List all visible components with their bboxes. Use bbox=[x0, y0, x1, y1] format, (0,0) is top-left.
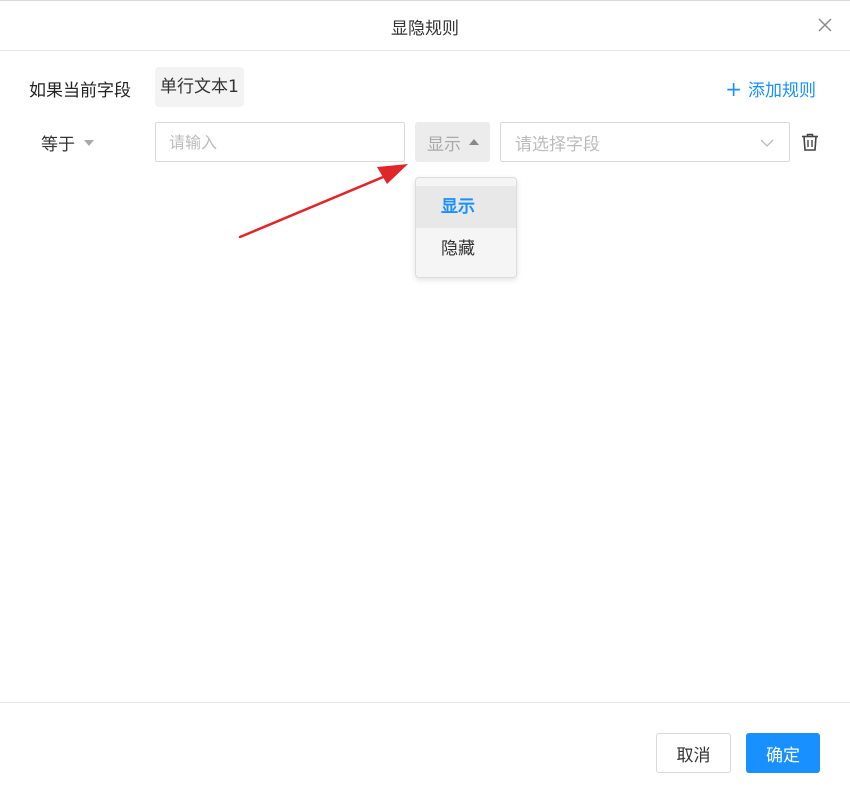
plus-icon: + bbox=[725, 76, 742, 101]
rule-row: 等于 显示 请选择字段 bbox=[0, 122, 850, 162]
close-button[interactable] bbox=[816, 16, 834, 34]
operator-select[interactable]: 等于 bbox=[41, 130, 94, 155]
confirm-button[interactable]: 确定 bbox=[746, 733, 820, 773]
dialog-title: 显隐规则 bbox=[391, 19, 459, 39]
dialog-header: 显隐规则 bbox=[0, 1, 850, 51]
dropdown-option-show[interactable]: 显示 bbox=[416, 186, 516, 228]
annotation-arrow bbox=[238, 164, 408, 239]
dropdown-option-hide[interactable]: 隐藏 bbox=[416, 228, 516, 270]
rule-dialog: 显隐规则 如果当前字段 单行文本1 + 添加规则 等于 显示 请选择字段 bbox=[0, 0, 850, 797]
caret-down-icon bbox=[84, 139, 94, 146]
action-select[interactable]: 显示 bbox=[415, 122, 490, 162]
close-icon bbox=[818, 18, 832, 32]
add-rule-label: 添加规则 bbox=[748, 81, 816, 101]
if-current-field-label: 如果当前字段 bbox=[29, 81, 131, 101]
trash-icon bbox=[802, 133, 818, 151]
operator-value: 等于 bbox=[41, 135, 75, 155]
target-field-select[interactable]: 请选择字段 bbox=[500, 122, 790, 162]
delete-rule-button[interactable] bbox=[800, 132, 820, 152]
dialog-footer: 取消 确定 bbox=[0, 702, 850, 797]
target-field-placeholder: 请选择字段 bbox=[515, 134, 600, 155]
chevron-down-icon bbox=[760, 139, 774, 147]
caret-up-icon bbox=[469, 139, 479, 145]
add-rule-button[interactable]: + 添加规则 bbox=[725, 76, 816, 102]
value-input[interactable] bbox=[155, 122, 405, 162]
action-dropdown-menu: 显示 隐藏 bbox=[415, 177, 517, 278]
condition-row: 如果当前字段 单行文本1 + 添加规则 bbox=[0, 67, 850, 107]
cancel-button[interactable]: 取消 bbox=[656, 733, 731, 773]
action-value: 显示 bbox=[427, 134, 461, 155]
current-field-chip: 单行文本1 bbox=[155, 67, 244, 107]
